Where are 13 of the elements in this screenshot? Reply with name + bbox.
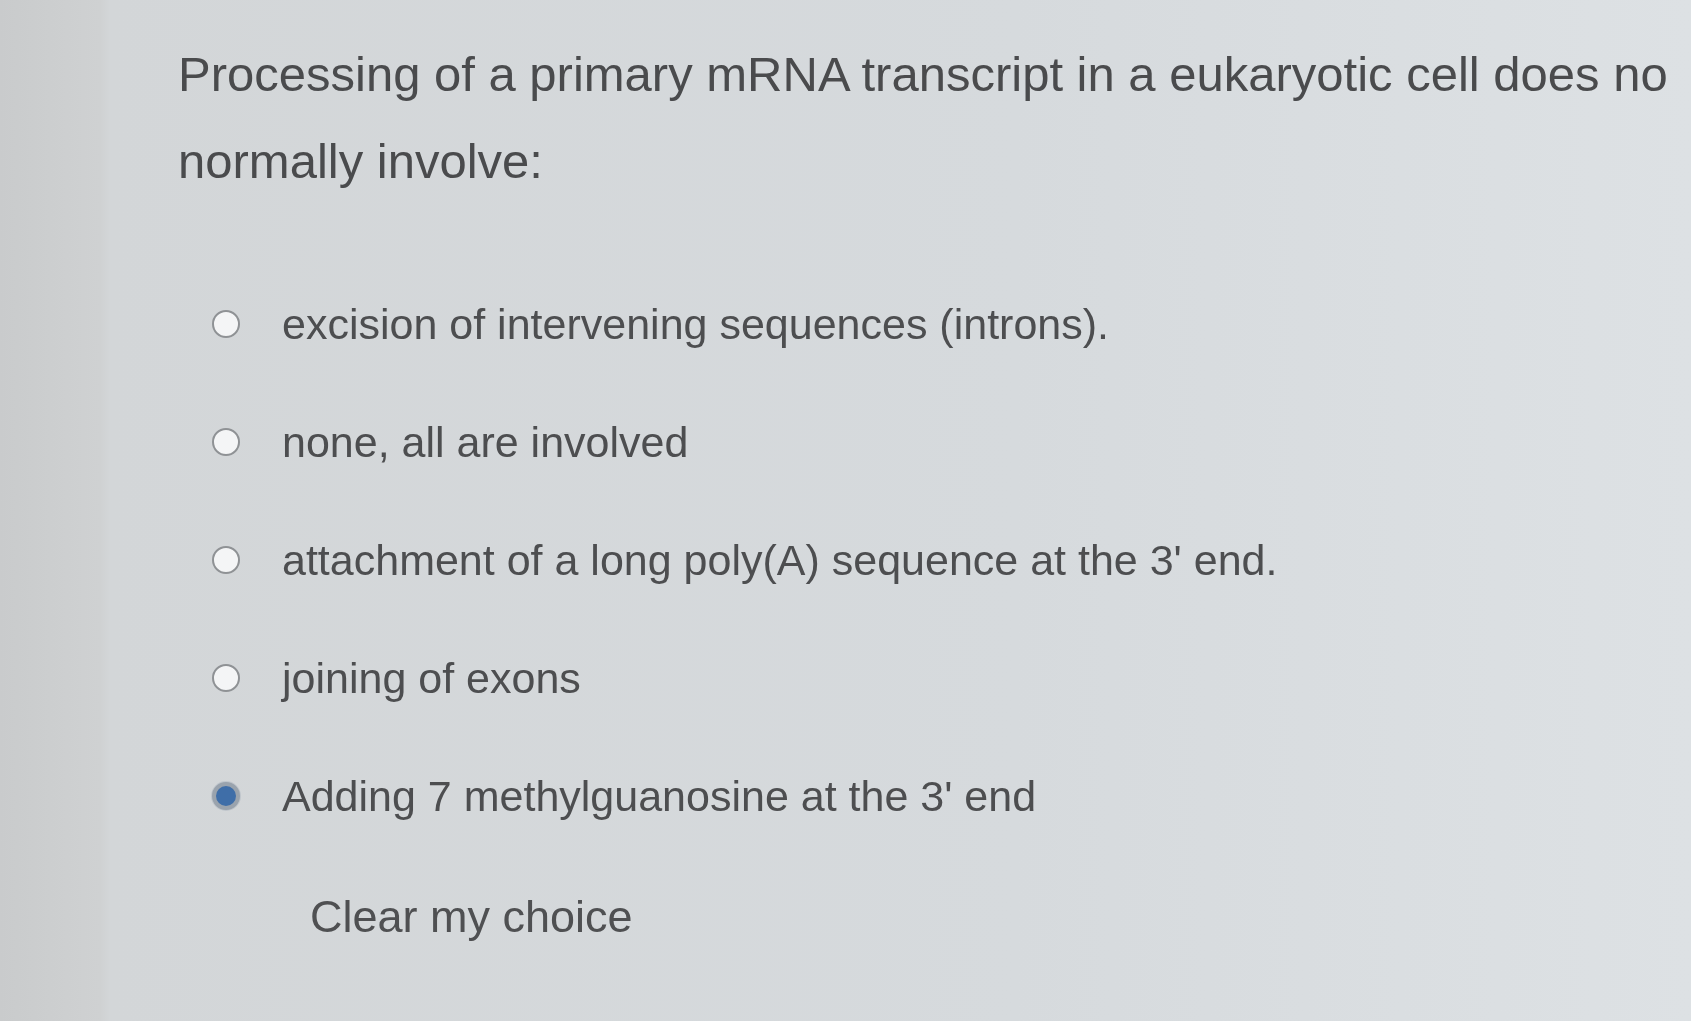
option-label: none, all are involved — [282, 417, 689, 467]
radio-button[interactable] — [212, 546, 240, 574]
radio-button[interactable] — [212, 664, 240, 692]
question-text: Processing of a primary mRNA transcript in a eukaryotic cell does no — [178, 46, 1669, 103]
radio-button[interactable] — [212, 782, 240, 810]
radio-button[interactable] — [212, 428, 240, 456]
question-text: normally involve: — [178, 133, 544, 190]
radio-button[interactable] — [212, 310, 240, 338]
option-label: attachment of a long poly(A) sequence at the 3' end. — [282, 535, 1278, 585]
option-label: excision of intervening sequences (introns). — [282, 299, 1109, 349]
option-label: Adding 7 methylguanosine at the 3' end — [282, 771, 1037, 821]
option-label: joining of exons — [282, 653, 581, 703]
clear-choice-link[interactable]: Clear my choice — [310, 891, 633, 942]
